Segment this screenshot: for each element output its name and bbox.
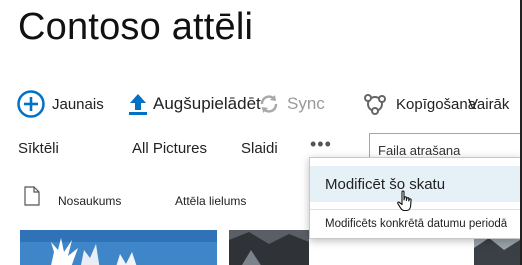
sync-icon bbox=[260, 95, 278, 113]
view-slides[interactable]: Slaidi bbox=[241, 140, 278, 157]
upload-arrow-icon bbox=[129, 94, 147, 115]
picture-thumbnail-dark[interactable] bbox=[229, 230, 309, 265]
share-label: Kopīgošana bbox=[396, 95, 477, 113]
upload-button[interactable]: Augšupielādēt bbox=[127, 88, 261, 120]
sync-button[interactable]: Sync bbox=[257, 88, 325, 120]
view-all-pictures[interactable]: All Pictures bbox=[132, 140, 207, 157]
share-icon bbox=[364, 94, 386, 115]
plus-circle-icon bbox=[17, 90, 45, 118]
search-placeholder: Faila atrašana bbox=[378, 143, 461, 158]
new-label: Jaunais bbox=[52, 95, 104, 113]
page-title: Contoso attēli bbox=[18, 6, 254, 48]
upload-label: Augšupielādēt bbox=[153, 94, 261, 113]
document-icon bbox=[24, 186, 40, 206]
column-image-size[interactable]: Attēla lielums bbox=[175, 194, 246, 208]
view-thumbnails[interactable]: Sīktēli bbox=[18, 140, 59, 157]
new-button[interactable]: Jaunais bbox=[16, 88, 104, 120]
menu-item-edit-view-label: Modificēt šo skatu bbox=[325, 176, 446, 193]
more-commands-label: Vairāk bbox=[468, 95, 510, 113]
share-button[interactable]: Kopīgošana bbox=[362, 88, 476, 120]
hand-cursor-icon bbox=[397, 190, 412, 212]
picture-thumbnail-tree[interactable] bbox=[20, 230, 217, 265]
view-more-ellipsis[interactable]: ••• bbox=[310, 134, 332, 155]
sync-label: Sync bbox=[287, 94, 325, 113]
sharepoint-library-view: Contoso attēli Jaunais Augšupielādēt Syn… bbox=[0, 0, 522, 265]
more-commands-button[interactable]: Vairāk bbox=[468, 88, 509, 120]
menu-item-modified-by-date[interactable]: Modificēts konkrētā datumu periodā bbox=[325, 218, 507, 230]
column-name[interactable]: Nosaukums bbox=[58, 194, 121, 208]
